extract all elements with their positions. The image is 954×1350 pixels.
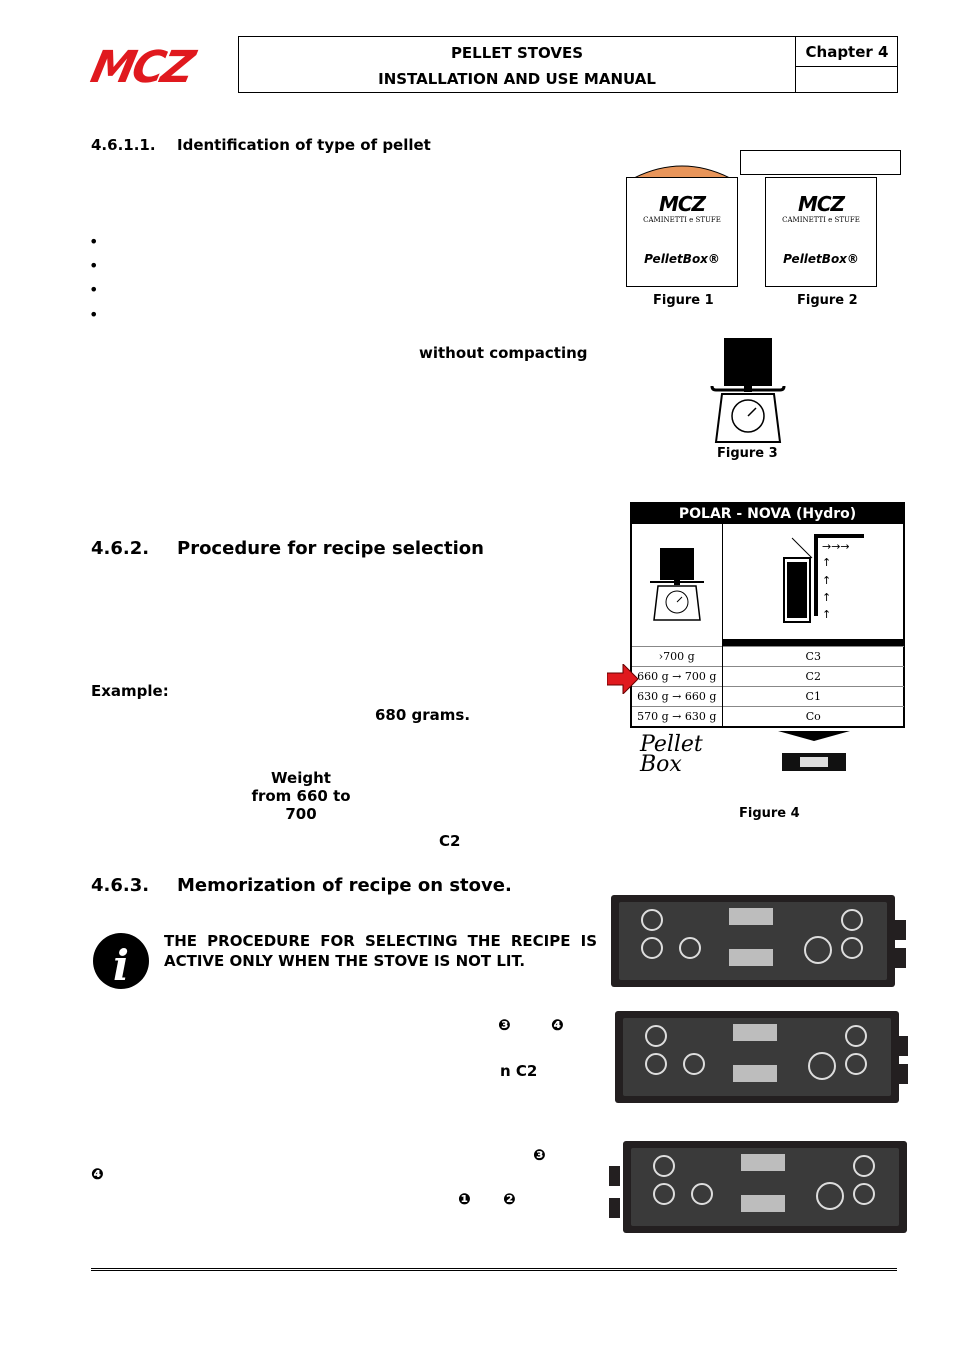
bullet: • [89,305,99,324]
svg-text:→→→: →→→ [822,540,850,553]
recipe-table: ›700 g C3 660 g → 700 g C2 630 g → 660 g C1… [632,646,904,727]
down-button[interactable] [845,1053,867,1075]
table-row: 570 g → 630 g Co [632,706,904,727]
section-number: 4.6.2. [91,538,150,559]
table-row: 660 g → 700 g C2 [632,666,904,687]
step-marker: ❸ [533,1146,546,1164]
figure-caption: Figure 2 [797,293,858,308]
step-marker: ❸ [498,1016,511,1034]
display-bottom [729,949,773,966]
hopper-diagram: →→→ ↑ ↑ ↑ ↑ [783,534,864,623]
figure-caption: Figure 4 [739,806,800,821]
mcz-logo: MCZ [86,42,197,93]
tab-marker [609,1166,620,1186]
svg-text:i: i [113,941,129,990]
svg-text:↑: ↑ [822,591,831,604]
step-marker: ❹ [91,1165,104,1183]
step-marker: ❷ [503,1190,516,1208]
down-button[interactable] [841,937,863,959]
display-bottom [733,1065,777,1082]
tab-marker [897,1064,908,1084]
figure-caption: Figure 3 [717,446,778,461]
info-icon: i [93,933,149,990]
display-top [733,1024,777,1041]
figure-caption: Figure 1 [653,293,714,308]
emphasis-text: without compacting [419,344,588,362]
up-button[interactable] [645,1025,667,1047]
header-title: PELLET STOVES INSTALLATION AND USE MANUA… [239,37,796,92]
bullet: • [89,280,99,299]
weight-label: Weight from 660 to 700 [251,769,351,823]
section-title: Identification of type of pellet [177,136,431,154]
menu-button[interactable] [683,1053,705,1075]
power-button[interactable] [804,936,832,964]
up-button[interactable] [845,1025,867,1047]
tab-marker [609,1198,620,1218]
grams-text: 680 grams. [375,706,471,724]
control-panel [611,895,895,987]
chapter-label: Chapter 4 [796,37,898,67]
page-header: PELLET STOVES INSTALLATION AND USE MANUA… [238,36,898,93]
empty-box-lid [740,150,901,175]
section-title: Procedure for recipe selection [177,538,484,559]
menu-button[interactable] [691,1183,713,1205]
control-panel [623,1141,907,1233]
up-button[interactable] [853,1155,875,1177]
up-button[interactable] [653,1155,675,1177]
recipe-ref: n C2 [500,1062,538,1080]
svg-text:↑: ↑ [822,608,831,621]
tab-marker [895,920,906,940]
notice-text: THE PROCEDURE FOR SELECTING THE RECIPE I… [164,932,597,970]
control-panel [615,1011,899,1103]
bullet: • [89,232,99,251]
scale-icon [710,338,786,443]
section-title: Memorization of recipe on stove. [177,875,512,896]
up-button[interactable] [641,909,663,931]
section-number: 4.6.3. [91,875,150,896]
tab-marker [895,948,906,968]
down-button[interactable] [653,1183,675,1205]
section-number: 4.6.1.1. [91,136,156,154]
display-top [741,1154,785,1171]
tab-marker [897,1036,908,1056]
down-button[interactable] [853,1183,875,1205]
power-button[interactable] [816,1182,844,1210]
power-button[interactable] [808,1052,836,1080]
display-bottom [741,1195,785,1212]
table-row: ›700 g C3 [632,646,904,667]
down-button[interactable] [645,1053,667,1075]
bullet: • [89,256,99,275]
pelletbox-logo: Pellet Box [640,732,703,777]
red-arrow-icon [607,664,639,694]
footer-rule [91,1268,897,1271]
step-marker: ❶ [458,1190,471,1208]
recipe-table-figure: POLAR - NOVA (Hydro) →→→ ↑ ↑ ↑ ↑ ›700 g C3 6… [630,502,905,728]
svg-text:↑: ↑ [822,556,831,569]
up-button[interactable] [841,909,863,931]
example-label: Example: [91,682,169,700]
scale-icon [650,548,704,621]
svg-text:↑: ↑ [822,574,831,587]
pelletbox-empty: MCZ CAMINETTI e STUFE PelletBox® [765,177,877,287]
step-marker: ❹ [551,1016,564,1034]
recipe-table-title: POLAR - NOVA (Hydro) [632,504,903,524]
control-panel-icon [778,731,850,771]
menu-button[interactable] [679,937,701,959]
pelletbox-full: MCZ CAMINETTI e STUFE PelletBox® [626,177,738,287]
down-button[interactable] [641,937,663,959]
recipe-text: C2 [439,832,461,850]
table-row: 630 g → 660 g C1 [632,686,904,707]
display-top [729,908,773,925]
